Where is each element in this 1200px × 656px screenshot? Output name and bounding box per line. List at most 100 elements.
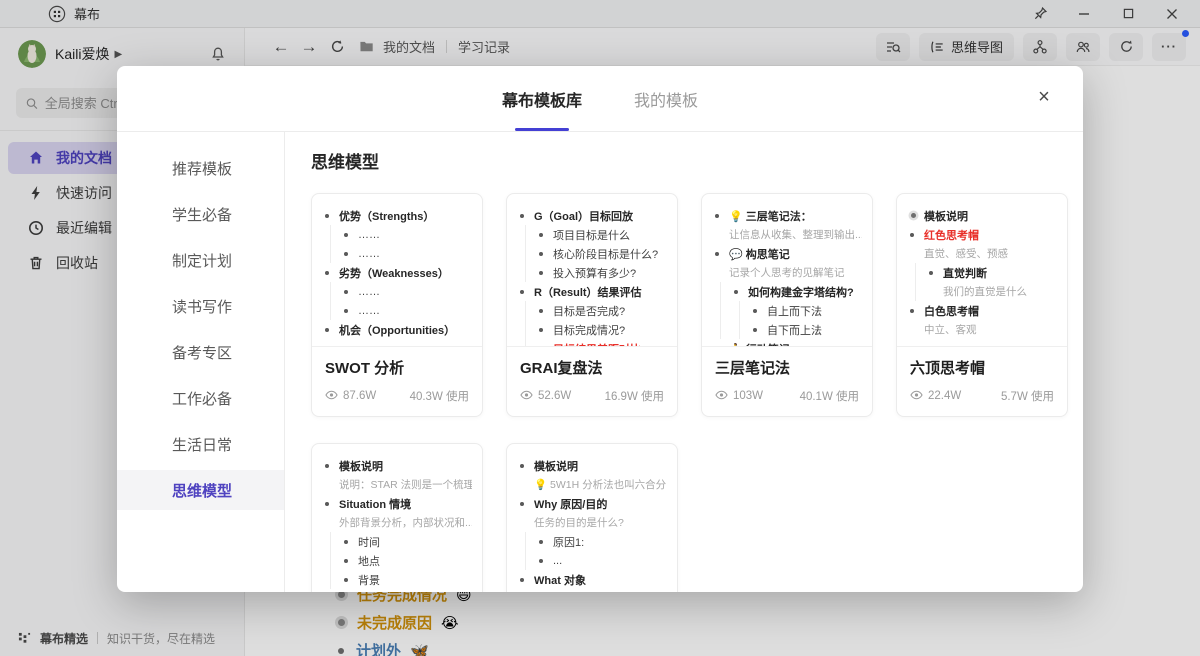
tab-template-library[interactable]: 幕布模板库 (502, 66, 582, 131)
template-preview: 💡 三层笔记法：让信息从收集、整理到输出... 💬 构思笔记记录个人思考的见解笔记… (702, 194, 872, 346)
template-nav-item[interactable]: 工作必备 (117, 378, 284, 418)
outline-text: 直觉、感受、预感 (924, 246, 1008, 261)
template-nav-item[interactable]: 学生必备 (117, 194, 284, 234)
outline-line: 直觉、感受、预感 (910, 244, 1057, 263)
view-count: 22.4W (910, 390, 961, 403)
template-title: 六顶思考帽 (910, 357, 1054, 378)
template-nav-item[interactable]: 备考专区 (117, 332, 284, 372)
outline-line: 地点 (325, 551, 472, 570)
views-icon (325, 390, 338, 403)
template-card[interactable]: 💡 三层笔记法：让信息从收集、整理到输出... 💬 构思笔记记录个人思考的见解笔记… (701, 193, 873, 417)
template-footer: GRAI复盘法52.6W16.9W 使用 (507, 347, 677, 416)
outline-text: …… (358, 286, 380, 298)
bullet-dot (539, 559, 553, 563)
outline-line: 我们的直觉是什么 (910, 282, 1057, 301)
bullet-dot (325, 502, 339, 506)
use-count: 40.1W 使用 (800, 388, 859, 404)
outline-text: 模板说明 (924, 208, 968, 224)
indent-guide (525, 244, 539, 263)
outline-line: What 对象 (520, 570, 667, 589)
outline-line: 直觉判断 (910, 263, 1057, 282)
outline-line: 目标是否完成? (520, 301, 667, 320)
outline-text: 🏃 行动笔记 (729, 341, 790, 347)
outline-text: 💡 5W1H 分析法也叫六合分... (534, 477, 667, 492)
indent-guide (330, 551, 344, 570)
indent-guide (720, 301, 734, 320)
bullet-dot (344, 233, 358, 237)
indent-guide (525, 263, 539, 282)
template-row-1: 优势（Strengths）…………劣势（Weaknesses）…………机会（Op… (311, 193, 1059, 417)
template-nav-item[interactable]: 读书写作 (117, 286, 284, 326)
template-preview: 模板说明红色思考帽直觉、感受、预感直觉判断我们的直觉是什么白色思考帽中立、客观 (897, 194, 1067, 346)
outline-line: 核心阶段目标是什么? (520, 244, 667, 263)
outline-text: 白色思考帽 (924, 303, 979, 319)
use-count: 5.7W 使用 (1001, 388, 1054, 404)
view-count: 52.6W (520, 390, 571, 403)
outline-line: 自上而下法 (715, 301, 862, 320)
bullet-dot (715, 252, 729, 256)
outline-text: 目标结果差距对比 (553, 341, 641, 347)
outline-text: 💬 构思笔记 (729, 246, 790, 262)
bullet-dot (539, 233, 553, 237)
use-count: 40.3W 使用 (410, 388, 469, 404)
bullet-dot (539, 540, 553, 544)
outline-line: 时间 (325, 532, 472, 551)
outline-text: 中立、客观 (924, 322, 977, 337)
template-preview: G（Goal）目标回放项目目标是什么核心阶段目标是什么?投入预算有多少?R（Re… (507, 194, 677, 346)
template-card[interactable]: 模板说明红色思考帽直觉、感受、预感直觉判断我们的直觉是什么白色思考帽中立、客观六… (896, 193, 1068, 417)
outline-line: Task 任务 (325, 589, 472, 592)
outline-line: 记录个人思考的见解笔记 (715, 263, 862, 282)
outline-line: R（Result）结果评估 (520, 282, 667, 301)
template-card[interactable]: 模板说明💡 5W1H 分析法也叫六合分...Why 原因/目的任务的目的是什么?… (506, 443, 678, 592)
template-card[interactable]: 模板说明说明：STAR 法则是一个梳理...Situation 情境外部背景分析… (311, 443, 483, 592)
bullet-dot (344, 559, 358, 563)
outline-line: 中立、客观 (910, 320, 1057, 339)
template-nav-item[interactable]: 制定计划 (117, 240, 284, 280)
outline-line: 投入预算有多少? (520, 263, 667, 282)
close-icon[interactable]: × (1029, 82, 1059, 112)
outline-line: 白色思考帽 (910, 301, 1057, 320)
outline-line: 任务的目的是什么? (520, 513, 667, 532)
outline-text: 投入预算有多少? (553, 265, 636, 281)
template-grid: 思维模型 优势（Strengths）…………劣势（Weaknesses）…………… (285, 132, 1083, 592)
view-count: 103W (715, 390, 763, 403)
bullet-dot (734, 290, 748, 294)
tab-my-templates[interactable]: 我的模板 (634, 66, 698, 131)
template-nav-item[interactable]: 思维模型 (117, 470, 284, 510)
outline-text: Task 任务 (339, 591, 388, 593)
outline-line: …… (325, 282, 472, 301)
outline-line: 模板说明 (520, 456, 667, 475)
indent-guide (525, 339, 539, 346)
template-nav-item[interactable]: 生活日常 (117, 424, 284, 464)
outline-line: 💡 三层笔记法： (715, 206, 862, 225)
template-library-modal: 幕布模板库 我的模板 × 推荐模板学生必备制定计划读书写作备考专区工作必备生活日… (117, 66, 1083, 592)
use-count: 16.9W 使用 (605, 388, 664, 404)
outline-text: 说明：STAR 法则是一个梳理... (339, 477, 472, 492)
views-icon (520, 390, 533, 403)
template-card[interactable]: 优势（Strengths）…………劣势（Weaknesses）…………机会（Op… (311, 193, 483, 417)
bullet-dot (520, 578, 534, 582)
indent-guide (739, 301, 753, 320)
template-nav-item[interactable]: 推荐模板 (117, 148, 284, 188)
outline-text: 直觉判断 (943, 265, 987, 281)
template-stats: 52.6W 16.9W 使用 (520, 388, 664, 404)
outline-line: 让信息从收集、整理到输出... (715, 225, 862, 244)
outline-line: 任务的目标是什么? (520, 589, 667, 592)
template-footer: 六顶思考帽 22.4W 5.7W 使用 (897, 347, 1067, 416)
outline-text: …… (358, 229, 380, 241)
template-stats: 22.4W 5.7W 使用 (910, 388, 1054, 404)
outline-text: 背景 (358, 572, 380, 588)
outline-text: 任务的目标是什么? (534, 591, 624, 592)
bullet-dot (539, 309, 553, 313)
outline-text: 外部背景分析，内部状况和... (339, 515, 472, 530)
outline-line: …… (325, 225, 472, 244)
outline-text: 目标完成情况? (553, 322, 625, 338)
template-card[interactable]: G（Goal）目标回放项目目标是什么核心阶段目标是什么?投入预算有多少?R（Re… (506, 193, 678, 417)
indent-guide (330, 225, 344, 244)
outline-line: 劣势（Weaknesses） (325, 263, 472, 282)
bullet-ring (910, 213, 924, 218)
outline-line: 项目目标是什么 (520, 225, 667, 244)
section-title: 思维模型 (311, 148, 1059, 173)
outline-line: 背景 (325, 570, 472, 589)
outline-text: 红色思考帽 (924, 227, 979, 243)
